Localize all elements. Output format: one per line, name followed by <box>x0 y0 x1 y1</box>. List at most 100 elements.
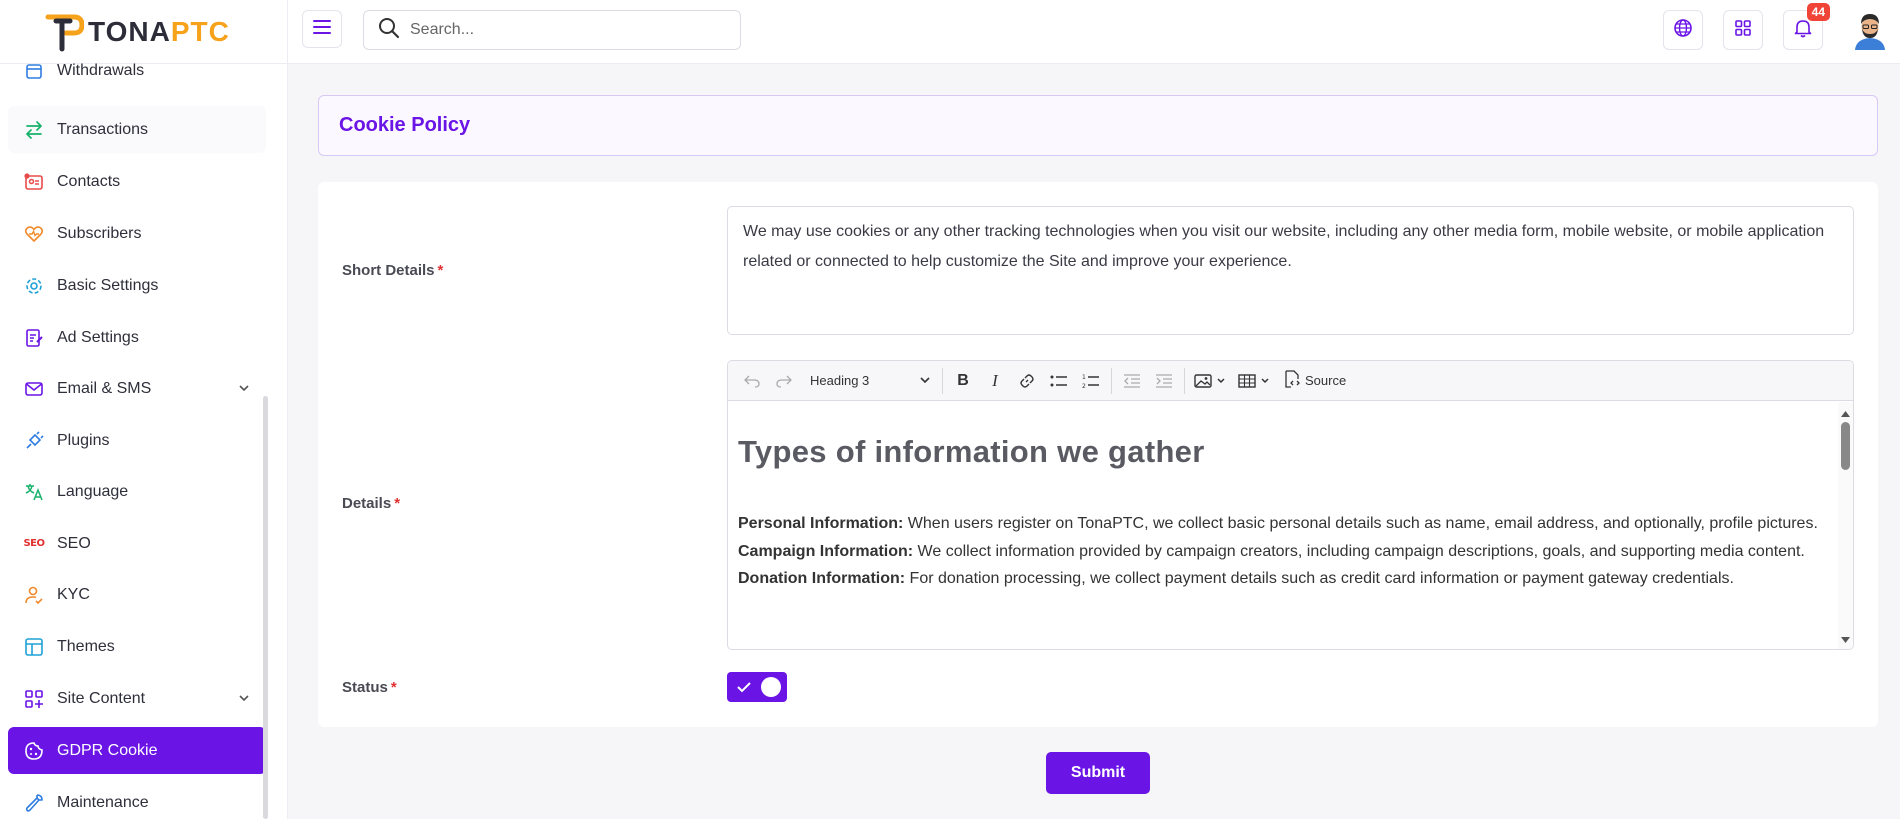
search-icon <box>378 17 400 44</box>
sidebar-item-withdrawals[interactable]: Withdrawals <box>8 47 266 94</box>
sidebar-item-contacts[interactable]: Contacts <box>8 158 266 205</box>
sidebar-item-ad-settings[interactable]: Ad Settings <box>8 314 266 361</box>
insert-image-icon[interactable] <box>1189 365 1233 397</box>
heart-icon <box>24 224 44 244</box>
svg-text:1: 1 <box>1082 374 1086 381</box>
bell-icon <box>1793 18 1813 43</box>
sidebar-item-transactions[interactable]: Transactions <box>8 106 266 153</box>
menu-toggle-button[interactable] <box>302 10 342 48</box>
sidebar-item-basic-settings[interactable]: Basic Settings <box>8 262 266 309</box>
sidebar-item-themes[interactable]: Themes <box>8 623 266 670</box>
short-details-label: Short Details * <box>342 262 444 279</box>
bulleted-list-icon[interactable] <box>1043 365 1075 397</box>
edit-list-icon <box>24 328 44 348</box>
grid-plus-icon <box>24 689 44 709</box>
insert-table-icon[interactable] <box>1233 365 1277 397</box>
apps-button[interactable] <box>1723 10 1763 50</box>
redo-icon[interactable] <box>768 365 800 397</box>
gear-icon <box>24 276 44 296</box>
layout-icon <box>24 637 44 657</box>
status-label: Status * <box>342 679 397 696</box>
seo-icon: SEO <box>23 538 45 549</box>
submit-button[interactable]: Submit <box>1046 752 1150 794</box>
hamburger-icon <box>313 19 331 40</box>
editor-paragraph: Campaign Information: We collect informa… <box>738 542 1805 560</box>
rich-text-editor[interactable]: Heading 3 B I 12 Source Types of informa… <box>727 360 1854 650</box>
mail-icon <box>24 379 44 399</box>
sidebar-item-label: Basic Settings <box>57 276 159 294</box>
editor-scroll-thumb[interactable] <box>1841 422 1850 470</box>
search-box[interactable] <box>363 10 741 50</box>
sidebar-scrollbar[interactable] <box>263 396 268 819</box>
grid-icon <box>1733 18 1753 43</box>
editor-toolbar: Heading 3 B I 12 Source <box>728 361 1853 401</box>
sidebar-item-gdpr-cookie[interactable]: GDPR Cookie <box>8 727 266 774</box>
sidebar-item-label: KYC <box>57 585 90 603</box>
scroll-down-icon <box>1841 630 1850 648</box>
source-button[interactable]: Source <box>1277 365 1352 397</box>
bold-icon[interactable]: B <box>947 365 979 397</box>
indent-icon[interactable] <box>1148 365 1180 397</box>
toolbar-divider <box>1111 367 1112 394</box>
search-input[interactable] <box>410 21 710 39</box>
italic-icon[interactable]: I <box>979 365 1011 397</box>
logo-text: TONAPTC <box>88 15 230 47</box>
sidebar-item-label: Maintenance <box>57 793 149 811</box>
numbered-list-icon[interactable]: 12 <box>1075 365 1107 397</box>
toolbar-divider <box>942 367 943 394</box>
sidebar-item-label: Language <box>57 482 129 500</box>
editor-heading: Types of information we gather <box>738 434 1205 469</box>
language-button[interactable] <box>1663 10 1703 50</box>
svg-text:2: 2 <box>1082 383 1086 389</box>
link-icon[interactable] <box>1011 365 1043 397</box>
sidebar-item-kyc[interactable]: KYC <box>8 571 266 618</box>
sidebar-item-maintenance[interactable]: Maintenance <box>8 779 266 819</box>
wrench-icon <box>24 793 44 813</box>
contact-card-icon <box>24 172 44 192</box>
sidebar-item-subscribers[interactable]: Subscribers <box>8 210 266 257</box>
sidebar-item-label: Transactions <box>57 120 148 138</box>
details-label: Details * <box>342 495 401 512</box>
sidebar-item-language[interactable]: Language <box>8 468 266 515</box>
sidebar: TONAPTC Withdrawals Transactions Contact… <box>0 0 288 819</box>
top-header: 44 <box>288 0 1900 64</box>
sidebar-item-plugins[interactable]: Plugins <box>8 417 266 464</box>
sidebar-item-seo[interactable]: SEO SEO <box>8 520 266 567</box>
toolbar-divider <box>1184 367 1185 394</box>
chevron-down-icon <box>238 381 250 399</box>
sidebar-item-email-sms[interactable]: Email & SMS <box>8 365 266 412</box>
avatar[interactable] <box>1850 10 1890 50</box>
sidebar-item-label: Themes <box>57 637 115 655</box>
status-toggle[interactable] <box>727 672 787 702</box>
short-details-textarea[interactable]: We may use cookies or any other tracking… <box>727 206 1854 335</box>
check-icon <box>737 680 751 698</box>
sidebar-item-label: Plugins <box>57 431 110 449</box>
toggle-knob <box>761 677 781 697</box>
outdent-icon[interactable] <box>1116 365 1148 397</box>
heading-dropdown-value: Heading 3 <box>810 373 870 388</box>
notification-badge: 44 <box>1806 3 1830 21</box>
source-label: Source <box>1305 373 1347 388</box>
globe-icon <box>1673 18 1693 43</box>
translate-icon <box>24 482 44 502</box>
calendar-icon <box>24 61 44 81</box>
chevron-down-icon <box>920 373 930 388</box>
cookie-icon <box>24 741 44 761</box>
cookie-policy-form: Short Details * We may use cookies or any… <box>318 182 1878 727</box>
page-title-card: Cookie Policy <box>318 95 1878 156</box>
editor-scrollbar[interactable] <box>1838 402 1853 649</box>
arrows-exchange-icon <box>24 120 44 140</box>
undo-icon[interactable] <box>736 365 768 397</box>
editor-content[interactable]: Types of information we gather Personal … <box>728 402 1838 649</box>
heading-dropdown[interactable]: Heading 3 <box>800 365 938 397</box>
editor-paragraph: Donation Information: For donation proce… <box>738 570 1734 587</box>
user-check-icon <box>24 585 44 605</box>
plug-icon <box>24 430 44 451</box>
sidebar-item-label: Contacts <box>57 172 121 190</box>
sidebar-item-label: Ad Settings <box>57 328 139 346</box>
sidebar-item-site-content[interactable]: Site Content <box>8 675 266 722</box>
source-code-icon <box>1283 370 1301 391</box>
sidebar-item-label: SEO <box>57 534 91 552</box>
notifications-button[interactable]: 44 <box>1783 3 1830 50</box>
chevron-down-icon <box>238 691 250 709</box>
